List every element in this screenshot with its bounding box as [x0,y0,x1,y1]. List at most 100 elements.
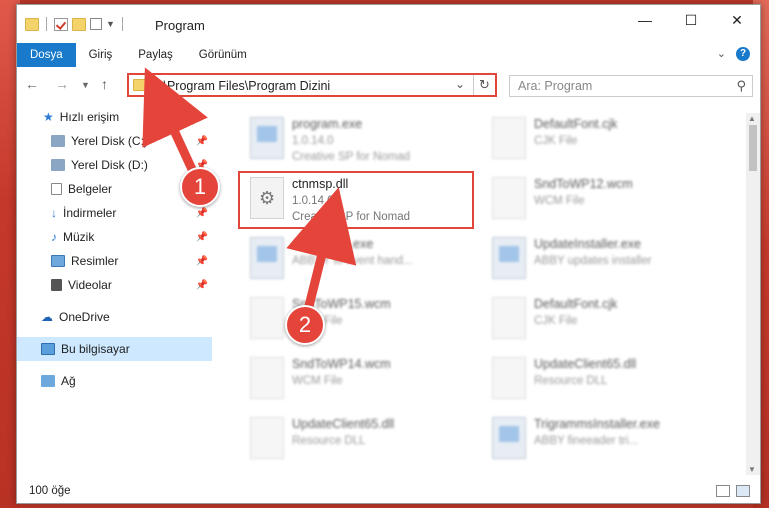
help-icon[interactable]: ? [736,47,750,61]
file-description: Creative SP for Nomad [292,151,411,163]
file-item[interactable]: AbbyyISTI.exe ABBYY to event hand... [242,231,472,289]
computer-icon [41,343,55,355]
pin-icon[interactable]: 📌 [196,136,208,147]
file-name: UpdateInstaller.exe [534,237,642,251]
file-name: UpdateClient65.dll [534,357,637,371]
file-item[interactable]: SndToWP15.wcm WCM File [242,291,472,349]
address-bar[interactable]: C:\Program Files\Program Dizini ⌄ ↻ [127,73,497,97]
file-item[interactable]: UpdateClient65.dll Resource DLL [242,411,472,469]
pin-icon[interactable]: 📌 [196,208,208,219]
file-item[interactable]: SndToWP14.wcm WCM File [242,351,472,409]
sidebar-item-network[interactable]: Ağ [17,369,212,393]
properties-icon[interactable] [54,17,68,31]
file-name: DefaultFont.cjk [534,117,618,131]
star-icon: ★ [43,110,54,124]
tab-paylas[interactable]: Paylaş [125,43,186,67]
sidebar-item-disk-d[interactable]: Yerel Disk (D:) 📌 [17,153,212,177]
new-folder-icon[interactable] [72,17,86,31]
file-type: CJK File [534,315,578,327]
large-icons-view-icon[interactable] [736,485,750,497]
sidebar-item-label: İndirmeler [63,206,117,220]
window-controls: — ☐ ✕ [622,5,760,35]
file-name: program.exe [292,117,363,131]
file-item[interactable]: DefaultFont.cjk CJK File [484,111,714,169]
scroll-down-icon[interactable]: ▼ [748,465,756,474]
dll-gear-icon [492,357,526,399]
sidebar-item-disk-c[interactable]: Yerel Disk (C:) 📌 [17,129,212,153]
up-arrow-icon[interactable]: ↑ [101,76,108,92]
back-arrow-icon[interactable]: ← [25,76,39,92]
minimize-button[interactable]: — [622,5,668,35]
recent-locations-icon[interactable]: ▼ [81,80,90,90]
folder-icon [133,79,147,91]
sidebar-item-label: Yerel Disk (D:) [71,158,148,172]
document-icon [250,357,284,399]
customize-qat-icon[interactable] [90,18,102,30]
pin-icon[interactable]: 📌 [196,232,208,243]
ribbon-right-controls: ⌄ ? [717,47,750,61]
explorer-window: ▼ Program — ☐ ✕ Dosya Giriş Paylaş Görün… [16,4,761,504]
tab-giris[interactable]: Giriş [76,43,126,67]
chevron-down-icon[interactable]: ⌄ [717,47,726,61]
file-item[interactable]: SndToWP12.wcm WCM File [484,171,714,229]
tab-dosya[interactable]: Dosya [17,43,76,67]
sidebar-item-label: Hızlı erişim [59,110,120,124]
drive-icon [51,159,65,171]
file-type: WCM File [534,195,585,207]
scrollbar-thumb[interactable] [749,125,757,171]
scroll-up-icon[interactable]: ▲ [748,114,756,123]
sidebar-item-label: Ağ [61,374,76,388]
details-view-icon[interactable] [716,485,730,497]
search-icon: ⚲ [736,78,746,93]
documents-icon [51,183,62,195]
sidebar-item-downloads[interactable]: ↓ İndirmeler 📌 [17,201,212,225]
file-item[interactable]: UpdateClient65.dll Resource DLL [484,351,714,409]
ribbon-tabs: Dosya Giriş Paylaş Görünüm [17,43,760,67]
file-name: DefaultFont.cjk [534,297,618,311]
sidebar-item-quick-access[interactable]: ★ Hızlı erişim [17,105,212,129]
forward-arrow-icon[interactable]: → [55,76,69,92]
file-item[interactable]: program.exe 1.0.14.0 Creative SP for Nom… [242,111,472,169]
search-input[interactable]: Ara: Program ⚲ [509,75,753,97]
file-name: SndToWP12.wcm [534,177,633,191]
network-icon [41,375,55,387]
maximize-button[interactable]: ☐ [668,5,714,35]
close-button[interactable]: ✕ [714,5,760,35]
tab-gorunum[interactable]: Görünüm [186,43,260,67]
sidebar-item-videos[interactable]: Videolar 📌 [17,273,212,297]
file-name: SndToWP14.wcm [292,357,391,371]
pin-icon[interactable]: 📌 [196,280,208,291]
file-description: ABBYY to event hand... [292,255,413,267]
cloud-icon: ☁ [41,310,53,324]
sidebar-item-label: Resimler [71,254,119,268]
window-title: Program [155,18,205,33]
sidebar-item-this-pc[interactable]: Bu bilgisayar [17,337,212,361]
sidebar-item-label: Yerel Disk (C:) [71,134,148,148]
item-count: 100 öğe [29,485,71,497]
navigation-pane: ★ Hızlı erişim Yerel Disk (C:) 📌 Yerel D… [17,105,212,475]
vertical-scrollbar[interactable]: ▲ ▼ [746,113,760,475]
sidebar-item-onedrive[interactable]: ☁ OneDrive [17,305,212,329]
refresh-button[interactable]: ↻ [473,75,495,95]
file-list: program.exe 1.0.14.0 Creative SP for Nom… [222,105,742,477]
step-2-badge: 2 [285,305,325,345]
sidebar-item-pictures[interactable]: Resimler 📌 [17,249,212,273]
chevron-down-icon[interactable]: ▼ [106,19,115,29]
pin-icon[interactable]: 📌 [196,256,208,267]
search-placeholder: Ara: Program [518,79,593,93]
file-version: 1.0.14.0 [292,135,334,147]
file-item[interactable]: TrigrammsInstaller.exe ABBY fineeader tr… [484,411,714,469]
file-name: AbbyyISTI.exe [292,237,374,251]
file-description: Resource DLL [292,435,366,447]
chevron-down-icon[interactable]: ⌄ [455,77,465,91]
document-icon [492,117,526,159]
file-item[interactable]: UpdateInstaller.exe ABBY updates install… [484,231,714,289]
document-icon [250,297,284,339]
application-icon [250,237,284,279]
sidebar-item-label: Bu bilgisayar [61,342,130,356]
status-bar: 100 öğe [17,481,760,503]
download-icon: ↓ [51,206,57,220]
sidebar-item-music[interactable]: ♪ Müzik 📌 [17,225,212,249]
document-icon [492,177,526,219]
file-item[interactable]: DefaultFont.cjk CJK File [484,291,714,349]
